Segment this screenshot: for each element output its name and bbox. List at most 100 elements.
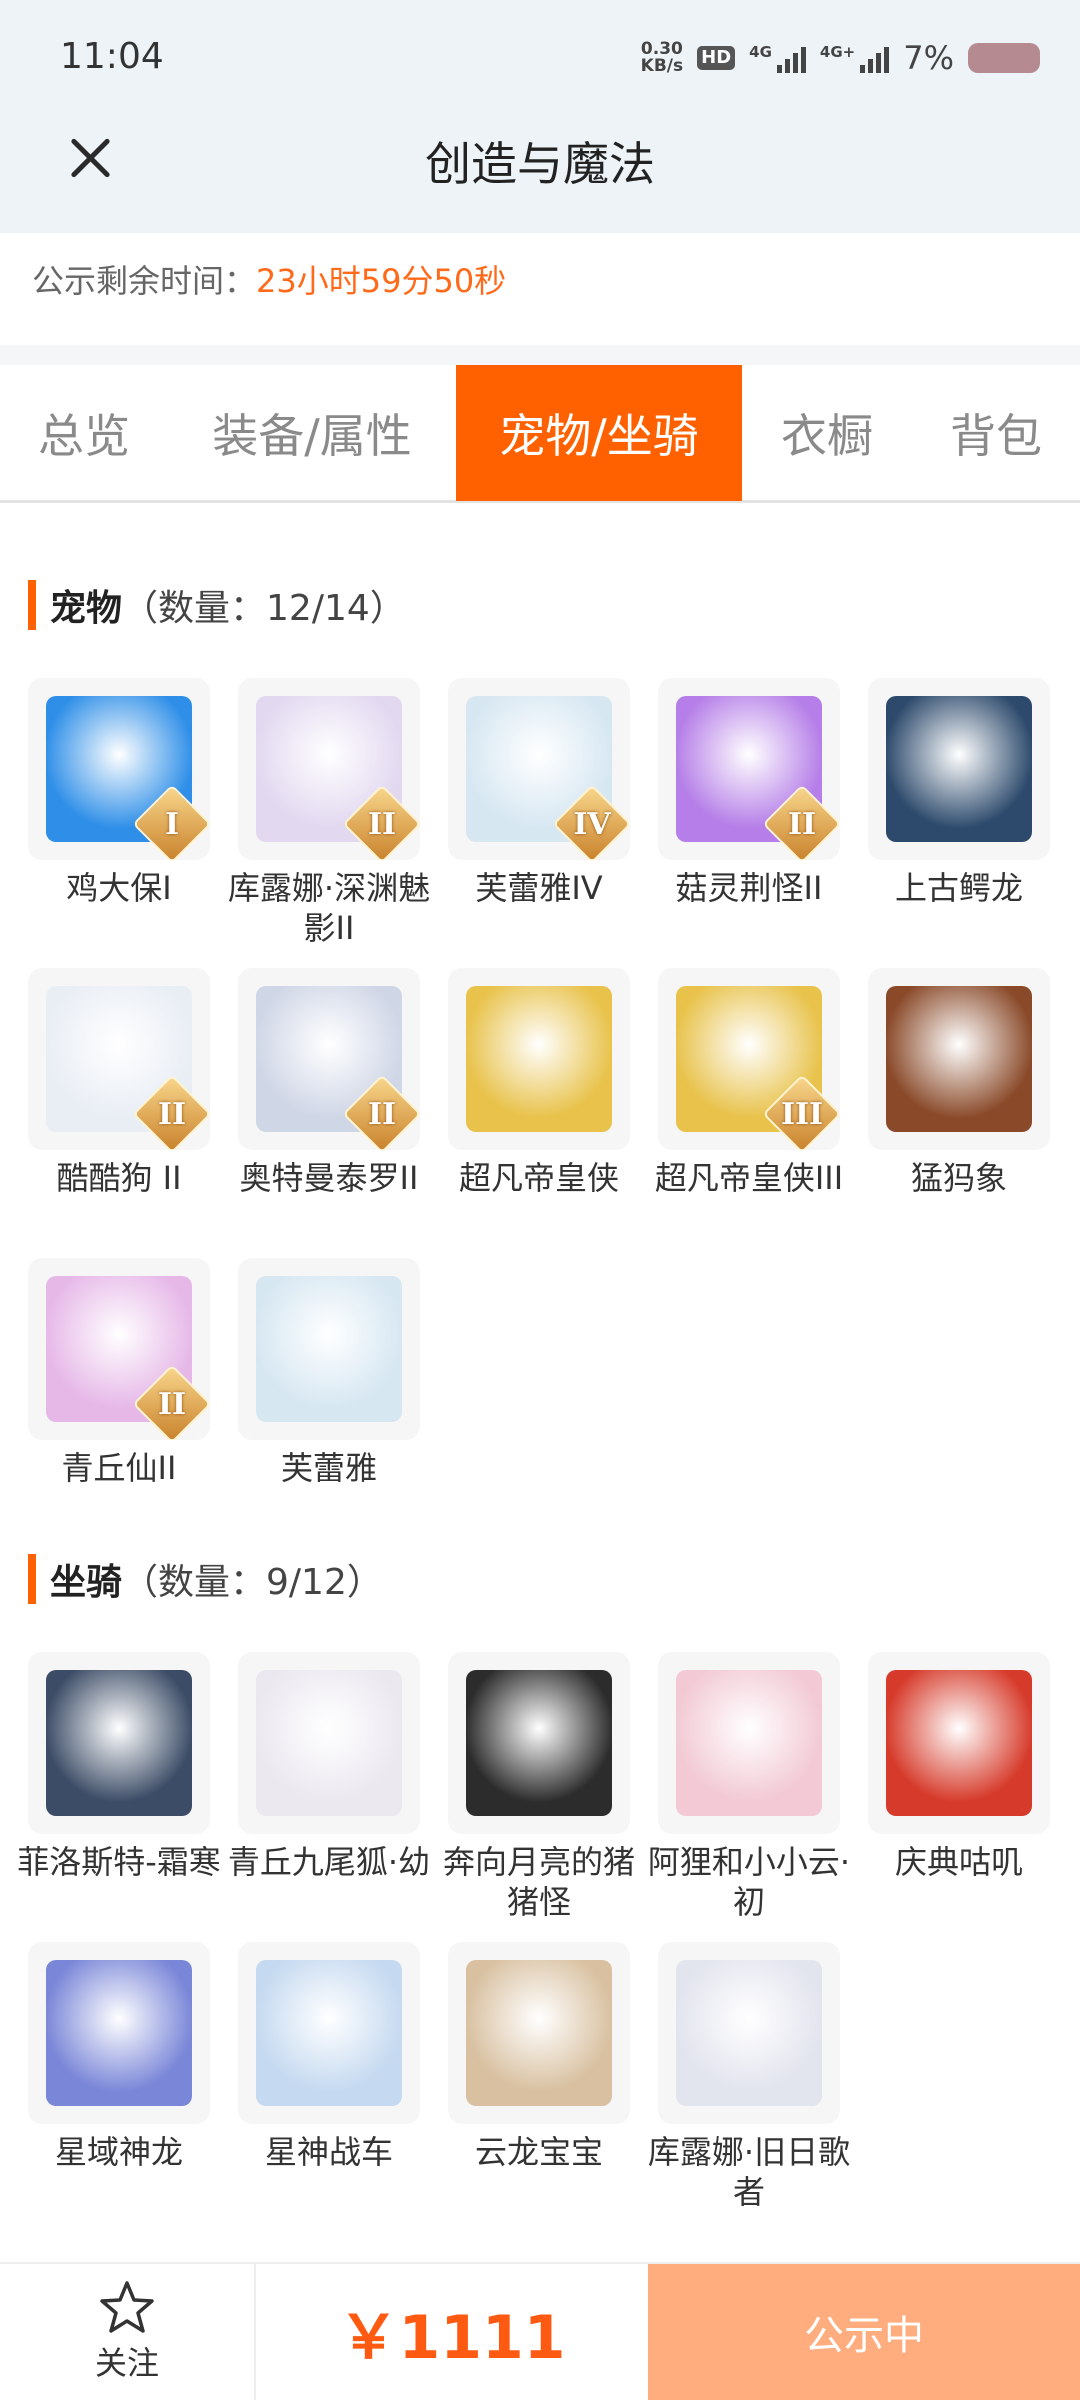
mounts-item[interactable]: 星神战车: [238, 1942, 420, 2172]
signal-label: 4G: [749, 43, 772, 61]
mounts-item[interactable]: 奔向月亮的猪猪怪: [443, 1652, 635, 1922]
rank-badge-text: II: [367, 1096, 397, 1132]
signal-label: 4G+: [819, 43, 856, 61]
pets-name: 库露娜·深渊魅影II: [227, 869, 431, 947]
pets-name: 猛犸象: [910, 1159, 1007, 1197]
battery-percent: 7%: [903, 39, 954, 77]
pets-image: [466, 986, 612, 1132]
star-icon: [100, 2281, 154, 2333]
signal-icon: 4G: [749, 43, 806, 73]
rank-badge-text: II: [367, 806, 397, 842]
mounts-count: （数量：9/12）: [122, 1562, 383, 1603]
top-header-area: 11:04 0.30 KB/s HD 4G 4G+ 7% 创造与魔法: [0, 0, 1080, 233]
pets-name: 鸡大保I: [66, 869, 172, 907]
mounts-image: [886, 1670, 1032, 1816]
mounts-item[interactable]: 庆典咕叽: [868, 1652, 1050, 1882]
rank-badge-text: III: [780, 1096, 824, 1132]
pets-thumbnail: [868, 678, 1050, 860]
mounts-image: [676, 1960, 822, 2106]
tab-bag[interactable]: 背包: [912, 365, 1080, 501]
mounts-item[interactable]: 青丘九尾狐·幼: [228, 1652, 430, 1882]
bottom-bar: 关注 ￥1111 公示中: [0, 2262, 1080, 2400]
mounts-name: 阿狸和小小云·初: [647, 1843, 851, 1921]
mounts-item[interactable]: 阿狸和小小云·初: [648, 1652, 850, 1922]
mounts-thumbnail: [868, 1652, 1050, 1834]
mounts-name: 云龙宝宝: [474, 2133, 603, 2171]
pets-name: 菇灵荆怪II: [675, 869, 823, 907]
pets-name: 芙蕾雅: [280, 1449, 377, 1487]
mounts-item[interactable]: 库露娜·旧日歌者: [648, 1942, 850, 2212]
pets-thumbnail: II: [658, 678, 840, 860]
publicity-status-button[interactable]: 公示中: [648, 2264, 1080, 2400]
mounts-name: 庆典咕叽: [894, 1843, 1023, 1881]
rank-badge-text: II: [157, 1386, 187, 1422]
pets-thumbnail: II: [238, 968, 420, 1150]
rank-badge-text: II: [157, 1096, 187, 1132]
rank-badge-text: II: [787, 806, 817, 842]
pets-item[interactable]: II 酷酷狗 II: [28, 968, 210, 1198]
mounts-section-title: 坐骑 （数量：9/12）: [28, 1554, 383, 1604]
pets-name: 酷酷狗 II: [56, 1159, 182, 1197]
pets-thumbnail: II: [28, 1258, 210, 1440]
pets-item[interactable]: II 库露娜·深渊魅影II: [228, 678, 430, 948]
pets-image: [886, 986, 1032, 1132]
pets-thumbnail: [868, 968, 1050, 1150]
mounts-name: 菲洛斯特-霜寒: [17, 1843, 221, 1881]
page-title: 创造与魔法: [425, 137, 655, 191]
mounts-thumbnail: [448, 1652, 630, 1834]
mounts-image: [256, 1960, 402, 2106]
pets-item[interactable]: 芙蕾雅: [238, 1258, 420, 1488]
mounts-thumbnail: [448, 1942, 630, 2124]
mounts-image: [46, 1670, 192, 1816]
tab-bar: 总览 装备/属性 宠物/坐骑 衣橱 背包: [0, 365, 1080, 503]
mounts-thumbnail: [28, 1652, 210, 1834]
battery-icon: [968, 43, 1040, 73]
tab-equipment[interactable]: 装备/属性: [168, 365, 456, 501]
tab-pets-mounts[interactable]: 宠物/坐骑: [456, 365, 742, 501]
rank-badge-text: IV: [573, 806, 611, 842]
pets-item[interactable]: IV 芙蕾雅IV: [448, 678, 630, 908]
pets-item[interactable]: I 鸡大保I: [28, 678, 210, 908]
countdown-label: 公示剩余时间：: [32, 262, 257, 300]
pets-item[interactable]: 猛犸象: [868, 968, 1050, 1198]
status-time: 11:04: [60, 36, 164, 77]
mounts-thumbnail: [28, 1942, 210, 2124]
mounts-thumbnail: [658, 1652, 840, 1834]
pets-title: 宠物: [50, 588, 123, 629]
pets-thumbnail: IV: [448, 678, 630, 860]
pets-name: 芙蕾雅IV: [475, 869, 603, 907]
hd-icon: HD: [697, 46, 736, 70]
pets-image: [256, 1276, 402, 1422]
pets-item[interactable]: II 菇灵荆怪II: [658, 678, 840, 908]
pets-thumbnail: III: [658, 968, 840, 1150]
mounts-image: [466, 1670, 612, 1816]
mounts-item[interactable]: 星域神龙: [28, 1942, 210, 2172]
pets-count: （数量：12/14）: [122, 588, 406, 629]
follow-label: 关注: [94, 2344, 159, 2382]
pets-name: 超凡帝皇侠III: [654, 1159, 844, 1197]
pets-item[interactable]: II 青丘仙II: [28, 1258, 210, 1488]
rank-badge-text: I: [164, 806, 180, 842]
pets-name: 奥特曼泰罗II: [239, 1159, 419, 1197]
mounts-thumbnail: [238, 1942, 420, 2124]
mounts-item[interactable]: 云龙宝宝: [448, 1942, 630, 2172]
mounts-image: [466, 1960, 612, 2106]
net-speed-unit: KB/s: [640, 56, 684, 76]
pets-item[interactable]: 超凡帝皇侠: [448, 968, 630, 1198]
tab-overview[interactable]: 总览: [0, 365, 168, 501]
net-speed: 0.30 KB/s: [641, 41, 683, 75]
pets-name: 超凡帝皇侠: [458, 1159, 619, 1197]
follow-button[interactable]: 关注: [0, 2264, 256, 2400]
price: ￥1111: [338, 2302, 566, 2373]
mounts-item[interactable]: 菲洛斯特-霜寒: [17, 1652, 221, 1882]
mounts-name: 青丘九尾狐·幼: [227, 1843, 431, 1881]
mounts-image: [676, 1670, 822, 1816]
pets-name: 上古鳄龙: [894, 869, 1023, 907]
tab-wardrobe[interactable]: 衣橱: [742, 365, 912, 501]
pets-item[interactable]: 上古鳄龙: [868, 678, 1050, 908]
pets-item[interactable]: II 奥特曼泰罗II: [238, 968, 420, 1198]
pets-thumbnail: I: [28, 678, 210, 860]
pets-item[interactable]: III 超凡帝皇侠III: [655, 968, 843, 1198]
mounts-name: 星神战车: [264, 2133, 393, 2171]
mounts-title: 坐骑: [50, 1562, 123, 1603]
